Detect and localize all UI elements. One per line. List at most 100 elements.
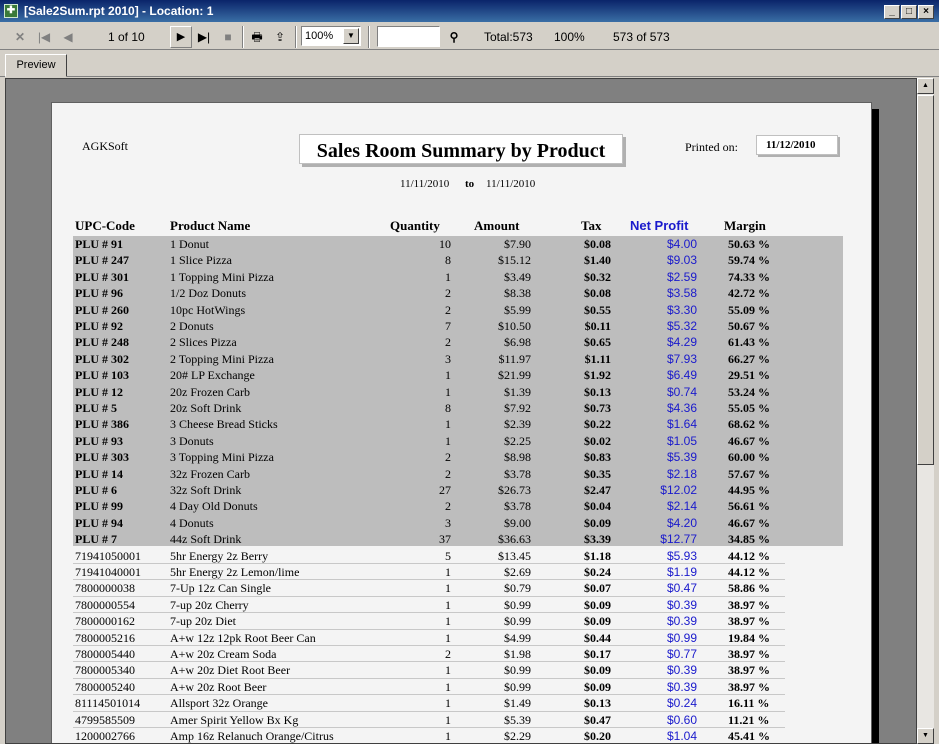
cell-net: $1.19 [666,565,697,579]
next-page-button[interactable]: ▶ [170,26,192,48]
close-button[interactable]: × [918,5,934,19]
first-page-icon[interactable]: |◀ [36,29,52,45]
stop-icon[interactable]: ■ [220,29,236,45]
zoom-select[interactable]: 100% ▼ [301,26,361,46]
cell-amount: $36.63 [498,532,531,547]
cell-amount: $15.12 [498,253,531,268]
table-row: PLU # 96 1/2 Doz Donuts 2 $8.38 $0.08 $3.58 42… [52,285,873,301]
scroll-thumb[interactable] [917,95,934,465]
cell-tax: $0.55 [584,302,611,317]
cell-net: $1.64 [666,417,697,432]
cell-net: $4.36 [666,401,697,415]
cell-upc: 7800005216 [75,630,135,645]
cell-upc: PLU # 5 [75,401,117,415]
cell-margin: 57.67 % [728,466,770,481]
cell-margin: 66.27 % [728,351,770,366]
cell-margin: 19.84 % [728,630,770,645]
table-row: 1200002766 Amp 16z Relanuch Orange/Citrus… [52,728,873,743]
cell-amount: $8.98 [504,450,531,465]
cell-name: 20z Frozen Carb [170,384,250,399]
cell-qty: 10 [439,237,451,251]
window-title: [Sale2Sum.rpt 2010] - Location: 1 [24,4,214,18]
last-page-icon[interactable]: ▶| [196,29,212,45]
cell-margin: 42.72 % [728,286,770,301]
cell-margin: 46.67 % [728,433,770,448]
cell-upc: PLU # 260 [75,302,129,317]
cell-upc: 71941050001 [75,548,141,563]
title-bar[interactable]: ✚ [Sale2Sum.rpt 2010] - Location: 1 _ □ … [0,0,939,22]
report-viewport[interactable]: AGKSoft Sales Room Summary by Product Pr… [5,78,917,744]
minimize-button[interactable]: _ [884,5,900,19]
table-row: 71941040001 5hr Energy 2z Lemon/lime 1 $2.6… [52,564,873,580]
cell-amount: $21.99 [498,368,531,383]
scroll-down-button[interactable]: ▼ [917,728,934,744]
cell-net: $0.60 [666,712,697,727]
table-row: PLU # 301 1 Topping Mini Pizza 1 $3.49 $0.32… [52,269,873,285]
cell-tax: $0.83 [584,450,611,465]
cell-net: $12.77 [660,532,697,547]
cell-name: 3 Topping Mini Pizza [170,450,274,465]
vertical-scrollbar[interactable]: ▲ ▼ [917,78,934,744]
scroll-up-button[interactable]: ▲ [917,78,934,94]
cell-net: $4.29 [666,335,697,350]
table-row: PLU # 99 4 Day Old Donuts 2 $3.78 $0.04 $2.14… [52,498,873,514]
cell-amount: $0.99 [504,597,531,612]
cell-margin: 34.85 % [728,532,770,547]
cell-net: $6.49 [666,368,697,383]
cell-qty: 2 [445,466,451,481]
binoculars-icon[interactable]: ⚲ [446,29,462,45]
total-count: Total:573 [484,30,533,44]
cell-net: $1.04 [666,729,697,743]
table-row: PLU # 94 4 Donuts 3 $9.00 $0.09 $4.20 46.67 % [52,515,873,531]
date-from: 11/11/2010 [400,178,450,190]
export-icon[interactable]: ⇪ [272,29,288,45]
cell-qty: 1 [445,663,451,678]
cell-upc: PLU # 248 [75,335,129,350]
previous-page-icon[interactable]: ◀ [60,29,76,45]
cell-name: 7-up 20z Cherry [170,597,249,612]
cell-qty: 2 [445,286,451,301]
date-to-word: to [465,178,475,190]
cell-amount: $9.00 [504,515,531,530]
cell-name: 20# LP Exchange [170,368,255,383]
cell-qty: 8 [445,401,451,415]
cell-upc: 7800005240 [75,679,135,694]
cell-qty: 5 [445,548,451,563]
cell-net: $2.59 [666,269,697,284]
cell-amount: $2.25 [504,433,531,448]
cell-tax: $0.13 [584,384,611,399]
cell-upc: PLU # 94 [75,515,123,530]
close-report-icon[interactable]: ✕ [12,29,28,45]
cell-qty: 37 [439,532,451,547]
report-title: Sales Room Summary by Product [316,140,606,162]
cell-net: $0.39 [666,679,697,694]
table-row: PLU # 7 44z Soft Drink 37 $36.63 $3.39 $12.77… [52,531,873,547]
cell-amount: $6.98 [504,335,531,350]
table-row: PLU # 6 32z Soft Drink 27 $26.73 $2.47 $12.02… [52,482,873,498]
cell-name: A+w 20z Root Beer [170,679,267,694]
report-page: AGKSoft Sales Room Summary by Product Pr… [51,102,873,743]
cell-margin: 74.33 % [728,269,770,284]
toolbar-separator [295,26,297,48]
cell-amount: $1.39 [504,384,531,399]
table-row: PLU # 103 20# LP Exchange 1 $21.99 $1.92 $6.4… [52,367,873,383]
cell-margin: 38.97 % [728,663,770,678]
print-icon[interactable]: 🖶 [249,29,265,45]
chevron-down-icon[interactable]: ▼ [343,28,359,44]
cell-amount: $2.69 [504,565,531,579]
maximize-button[interactable]: □ [901,5,917,19]
toolbar-separator [368,26,370,48]
cell-amount: $4.99 [504,630,531,645]
date-to: 11/11/2010 [486,178,536,190]
cell-margin: 61.43 % [728,335,770,350]
cell-name: 1 Topping Mini Pizza [170,269,274,284]
cell-qty: 2 [445,499,451,514]
cell-name: Amer Spirit Yellow Bx Kg [170,712,299,727]
record-count: 573 of 573 [613,30,670,44]
company-name: AGKSoft [82,139,129,153]
cell-net: $4.00 [666,237,697,251]
tab-preview[interactable]: Preview [5,54,67,77]
cell-qty: 1 [445,417,451,432]
search-input[interactable] [377,26,440,47]
cell-tax: $0.73 [584,401,611,415]
